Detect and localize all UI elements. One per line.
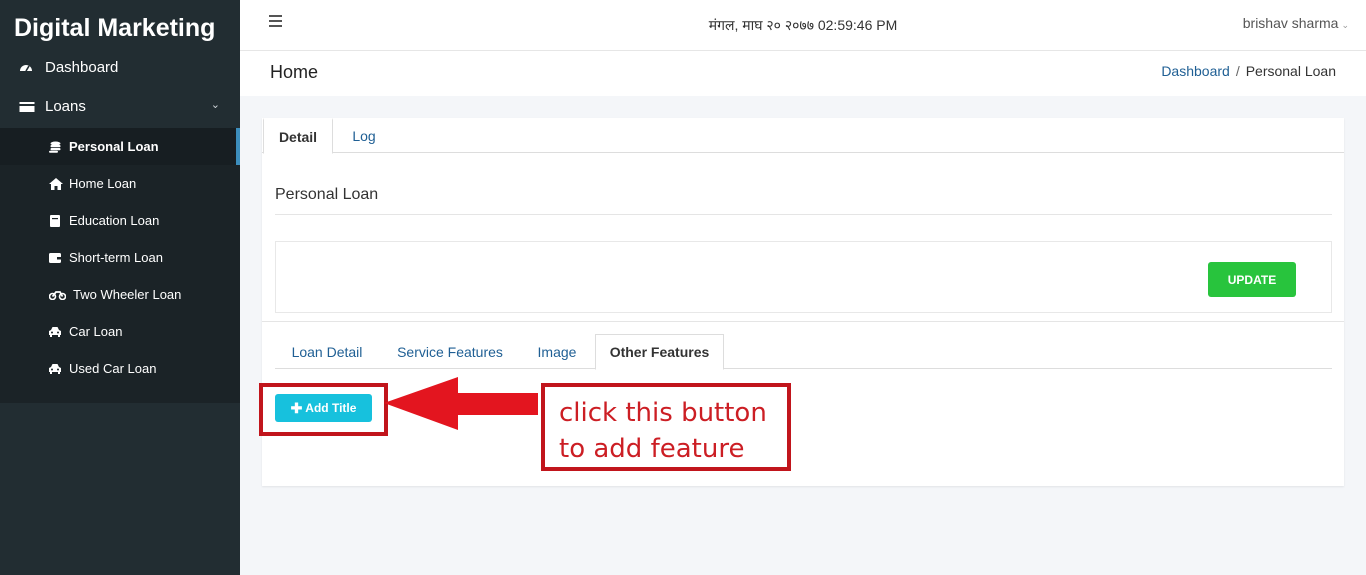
sidebar-item-label: Car Loan: [69, 324, 123, 339]
sidebar-item-education-loan[interactable]: Education Loan: [0, 202, 240, 239]
card-icon: [19, 101, 45, 113]
user-name: brishav sharma: [1242, 15, 1339, 31]
tab-image[interactable]: Image: [525, 334, 589, 369]
tab-log[interactable]: Log: [334, 118, 394, 153]
sidebar: Digital Marketing Dashboard Loans ⌄ Pers…: [0, 0, 240, 575]
sidebar-item-two-wheeler-loan[interactable]: Two Wheeler Loan: [0, 276, 240, 313]
sidebar-item-label: Home Loan: [69, 176, 137, 191]
annotation-callout: click this button to add feature: [541, 383, 791, 471]
coins-icon: [49, 141, 69, 153]
annotation-highlight-box: [259, 383, 388, 436]
update-button[interactable]: UPDATE: [1208, 262, 1296, 297]
book-icon: [49, 214, 69, 227]
car-icon: [49, 363, 69, 374]
car-icon: [49, 326, 69, 337]
brand-title[interactable]: Digital Marketing: [0, 0, 240, 56]
sidebar-item-label: Personal Loan: [69, 139, 159, 154]
sidebar-nav: Dashboard Loans ⌄ Personal Loan Home Loa…: [0, 49, 240, 403]
tab-other-features[interactable]: Other Features: [595, 334, 724, 370]
page-title: Home: [270, 62, 319, 82]
tab-loan-detail[interactable]: Loan Detail: [275, 334, 379, 369]
feature-tabs: Loan Detail Service Features Image Other…: [275, 334, 1332, 370]
sidebar-item-loans[interactable]: Loans ⌄: [0, 85, 240, 128]
home-icon: [49, 177, 69, 190]
top-header: मंगल, माघ २० २०७७ 02:59:46 PM brishav sh…: [240, 0, 1366, 51]
breadcrumb-dashboard-link[interactable]: Dashboard: [1161, 63, 1230, 79]
sidebar-item-short-term-loan[interactable]: Short-term Loan: [0, 239, 240, 276]
sidebar-item-car-loan[interactable]: Car Loan: [0, 313, 240, 350]
motorcycle-icon: [49, 289, 73, 300]
tab-service-features[interactable]: Service Features: [383, 334, 517, 369]
sidebar-item-label: Dashboard: [45, 58, 119, 76]
sidebar-item-label: Two Wheeler Loan: [73, 287, 182, 302]
sidebar-item-label: Education Loan: [69, 213, 160, 228]
loans-submenu: Personal Loan Home Loan Education Loan S…: [0, 128, 240, 403]
annotation-text: click this button to add feature: [559, 398, 767, 464]
sidebar-item-home-loan[interactable]: Home Loan: [0, 165, 240, 202]
card-title: Personal Loan: [275, 186, 379, 203]
wallet-icon: [49, 252, 69, 263]
sidebar-item-used-car-loan[interactable]: Used Car Loan: [0, 350, 240, 387]
speedometer-icon: [19, 61, 45, 73]
sidebar-item-label: Loans: [45, 98, 86, 115]
sidebar-item-label: Used Car Loan: [69, 361, 157, 376]
tab-detail[interactable]: Detail: [263, 118, 333, 154]
detail-tabs: Detail Log: [262, 118, 1344, 154]
sidebar-item-dashboard[interactable]: Dashboard: [0, 49, 240, 85]
breadcrumb-current: Personal Loan: [1245, 63, 1336, 79]
datetime-display: मंगल, माघ २० २०७७ 02:59:46 PM: [708, 17, 898, 33]
breadcrumb: Dashboard / Personal Loan: [1161, 63, 1336, 79]
user-menu[interactable]: brishav sharma ⌄: [1243, 15, 1349, 31]
annotation-arrow-icon: [384, 377, 538, 430]
chevron-down-icon: ⌄: [210, 99, 220, 111]
chevron-down-icon: ⌄: [1341, 20, 1349, 30]
sidebar-item-personal-loan[interactable]: Personal Loan: [0, 128, 240, 165]
sidebar-item-label: Short-term Loan: [69, 250, 163, 265]
page-header: Home Dashboard / Personal Loan: [240, 51, 1366, 96]
action-box: UPDATE: [275, 241, 1332, 313]
